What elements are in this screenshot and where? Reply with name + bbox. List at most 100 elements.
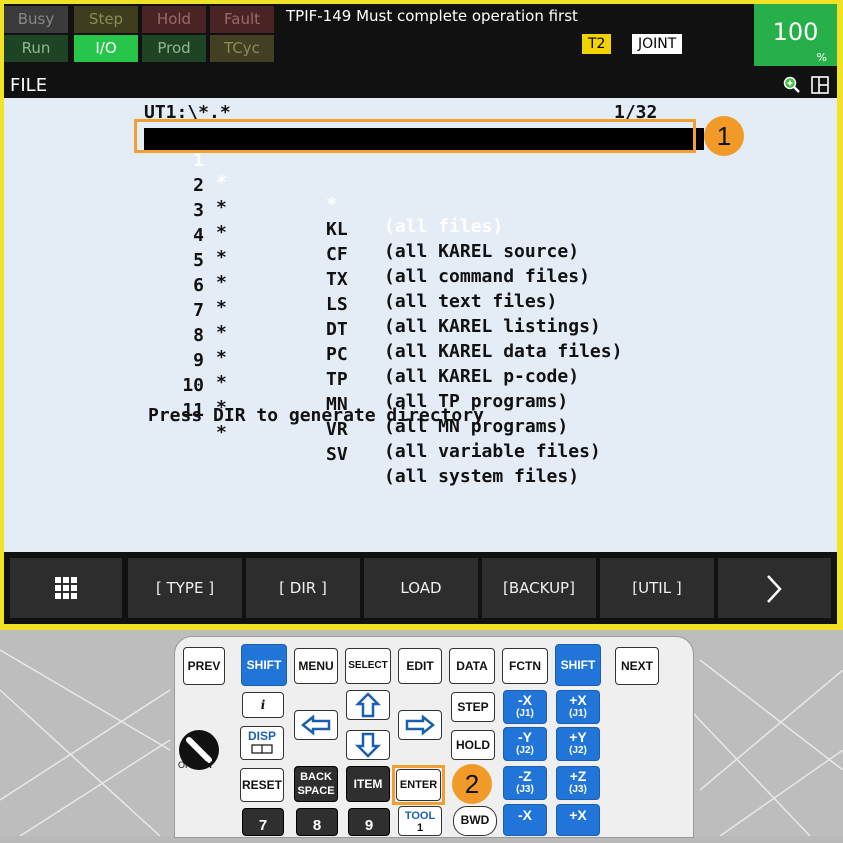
disp-label: DISP	[247, 729, 276, 743]
selection-highlight	[134, 119, 696, 153]
jog-plus-rx-key[interactable]: +X	[556, 804, 600, 836]
alarm-area: TPIF-149 Must complete operation first T…	[282, 4, 752, 66]
split-screen-icon[interactable]	[811, 76, 829, 94]
jog-joint-label: (J3)	[569, 784, 587, 795]
status-prod: Prod	[142, 35, 206, 62]
row-extension: SV	[326, 444, 348, 465]
pendant-screen: Busy Step Hold Fault Run I/O Prod TCyc T…	[4, 4, 837, 624]
enter-highlight	[392, 765, 445, 805]
status-fault: Fault	[210, 6, 274, 33]
file-type-row[interactable]: 8 * TP (all TP programs)	[144, 303, 704, 412]
file-type-row[interactable]: 11 * SV (all system files)	[144, 378, 704, 487]
jog-axis-label: -X	[518, 692, 532, 708]
override-unit: %	[816, 51, 827, 64]
file-type-row[interactable]: 6 * DT (all KAREL data files)	[144, 253, 704, 362]
chevron-right-icon	[767, 575, 782, 603]
jog-plus-y-key[interactable]: +Y (J2)	[556, 727, 600, 761]
fctn-key[interactable]: FCTN	[502, 648, 548, 684]
number-8-key[interactable]: 8	[296, 808, 338, 836]
file-type-row[interactable]: 10 * VR (all variable files)	[144, 353, 704, 462]
f4-backup-button[interactable]: [BACKUP]	[482, 558, 596, 618]
screen-frame: Busy Step Hold Fault Run I/O Prod TCyc T…	[0, 0, 843, 630]
hold-key[interactable]: HOLD	[451, 730, 495, 760]
status-tcyc: TCyc	[210, 35, 274, 62]
alarm-message: TPIF-149 Must complete operation first	[286, 7, 578, 25]
left-arrow-key[interactable]	[294, 710, 338, 740]
directory-hint: Press DIR to generate directory	[148, 405, 484, 426]
f5-util-button[interactable]: [UTIL ]	[600, 558, 714, 618]
file-type-row[interactable]: 7 * PC (all KAREL p-code)	[144, 278, 704, 387]
file-type-row[interactable]: 9 * MN (all MN programs)	[144, 328, 704, 437]
backspace-key[interactable]: BACK SPACE	[294, 766, 338, 802]
arrow-down-icon	[354, 732, 382, 758]
backspace-label-bottom: SPACE	[297, 785, 335, 797]
jog-plus-x-key[interactable]: +X (J1)	[556, 690, 600, 724]
jog-joint-label: (J1)	[569, 708, 587, 719]
callout-marker: 1	[704, 116, 744, 156]
jog-plus-z-key[interactable]: +Z (J3)	[556, 766, 600, 800]
edit-key[interactable]: EDIT	[398, 648, 442, 684]
down-arrow-key[interactable]	[346, 730, 390, 760]
disp-key[interactable]: DISP	[240, 726, 284, 760]
status-run: Run	[4, 35, 68, 62]
jog-minus-x-key[interactable]: -X (J1)	[503, 690, 547, 724]
file-type-row[interactable]: 2 * KL (all KAREL source)	[144, 153, 704, 262]
page-title: FILE	[10, 75, 48, 96]
file-type-row[interactable]: 3 * CF (all command files)	[144, 178, 704, 287]
function-key-bar: [ TYPE ] [ DIR ] LOAD [BACKUP] [UTIL ]	[4, 552, 837, 624]
f3-load-button[interactable]: LOAD	[364, 558, 478, 618]
zoom-in-icon[interactable]	[783, 76, 801, 94]
select-key[interactable]: SELECT	[345, 648, 391, 684]
shift-key-left[interactable]: SHIFT	[241, 644, 287, 686]
callout-marker: 2	[452, 764, 492, 804]
backspace-label-top: BACK	[300, 771, 332, 783]
grid-icon	[55, 577, 77, 599]
jog-joint-label: (J2)	[516, 745, 534, 756]
display-split-icon	[251, 744, 273, 754]
info-key[interactable]: i	[242, 692, 284, 718]
coord-badge: JOINT	[632, 34, 683, 54]
status-indicators: Busy Step Hold Fault Run I/O Prod TCyc	[4, 4, 280, 66]
reset-key[interactable]: RESET	[240, 768, 284, 802]
override-value: 100	[772, 18, 819, 46]
status-hold: Hold	[142, 6, 206, 33]
number-7-key[interactable]: 7	[242, 808, 284, 836]
tool1-key[interactable]: TOOL 1	[398, 806, 442, 836]
step-key[interactable]: STEP	[451, 692, 495, 722]
f2-dir-button[interactable]: [ DIR ]	[246, 558, 360, 618]
row-description: (all system files)	[384, 466, 580, 487]
arrow-up-icon	[354, 692, 382, 718]
data-key[interactable]: DATA	[449, 648, 495, 684]
next-page-button[interactable]	[718, 558, 831, 618]
jog-minus-rx-key[interactable]: -X	[503, 804, 547, 836]
right-arrow-key[interactable]	[398, 710, 442, 740]
jog-joint-label: (J3)	[516, 784, 534, 795]
row-description: (all variable files)	[384, 441, 601, 462]
arrow-left-icon	[300, 714, 331, 736]
speed-override[interactable]: 100 %	[754, 4, 837, 66]
file-type-row[interactable]: 4 * TX (all text files)	[144, 203, 704, 312]
next-key[interactable]: NEXT	[615, 647, 659, 685]
menu-key[interactable]: MENU	[294, 648, 338, 684]
tool-number: 1	[416, 822, 424, 834]
jog-joint-label: (J1)	[516, 708, 534, 719]
status-step: Step	[74, 6, 138, 33]
bwd-key[interactable]: BWD	[453, 806, 497, 836]
arrow-right-icon	[405, 714, 436, 736]
up-arrow-key[interactable]	[346, 690, 390, 720]
jog-minus-z-key[interactable]: -Z (J3)	[503, 766, 547, 800]
jog-axis-label: -Z	[518, 768, 532, 784]
item-key[interactable]: ITEM	[346, 766, 390, 802]
jog-minus-y-key[interactable]: -Y (J2)	[503, 727, 547, 761]
shift-key-right[interactable]: SHIFT	[555, 644, 601, 686]
menu-grid-button[interactable]	[10, 558, 122, 618]
status-io: I/O	[74, 35, 138, 62]
prev-key[interactable]: PREV	[183, 647, 225, 685]
jog-joint-label: (J2)	[569, 745, 587, 756]
f1-type-button[interactable]: [ TYPE ]	[128, 558, 242, 618]
file-type-row[interactable]: 5 * LS (all KAREL listings)	[144, 228, 704, 337]
knob-label: OFF ON	[178, 760, 212, 770]
mode-badge: T2	[582, 34, 612, 54]
status-busy: Busy	[4, 6, 68, 33]
number-9-key[interactable]: 9	[348, 808, 390, 836]
